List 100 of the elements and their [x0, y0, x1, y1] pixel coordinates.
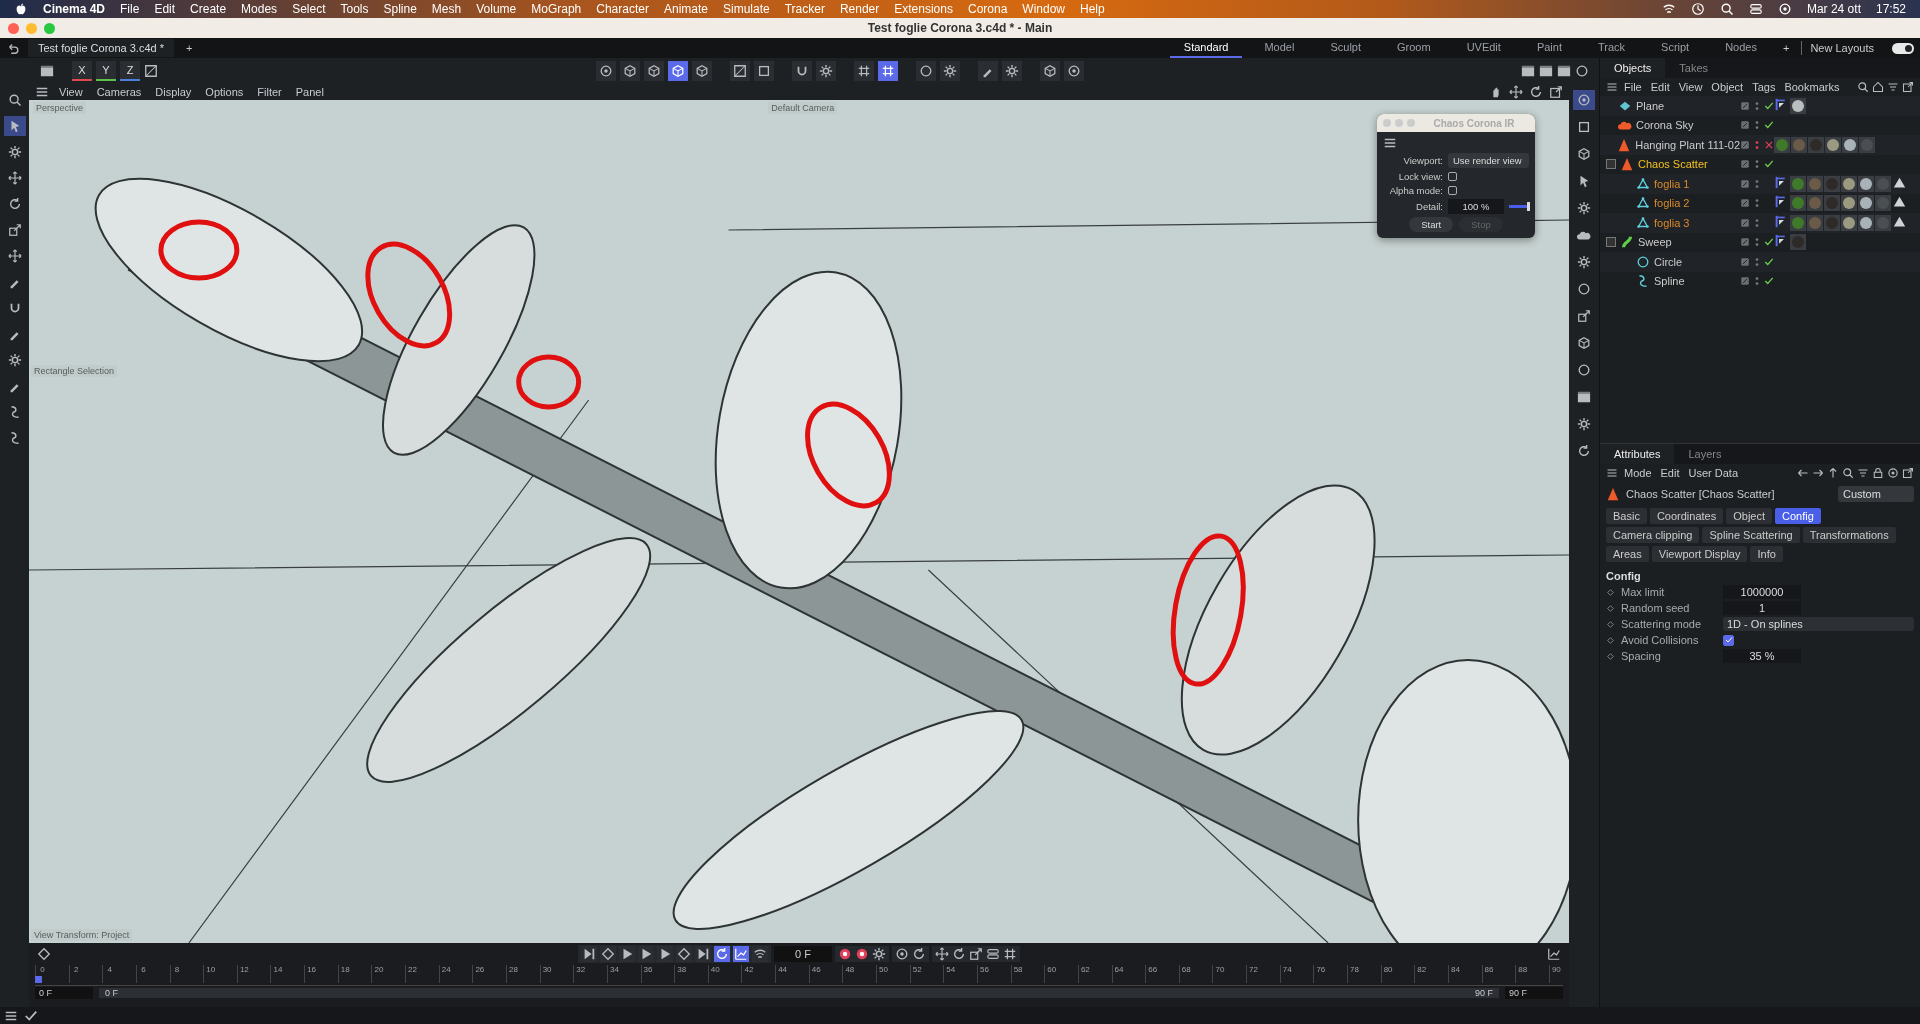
- group-tab[interactable]: Info: [1750, 546, 1783, 562]
- menu-item[interactable]: Extensions: [894, 2, 953, 16]
- frame-number: 6: [135, 965, 150, 983]
- menu-item[interactable]: Mesh: [431, 2, 462, 16]
- field-label: Viewport:: [1402, 155, 1443, 166]
- frame-number: 52: [909, 965, 924, 983]
- number-field[interactable]: 35 %: [1723, 649, 1801, 663]
- menu-item[interactable]: File: [1621, 79, 1645, 95]
- panel-tab[interactable]: Script: [1647, 38, 1704, 58]
- field-label: Detail:: [1415, 201, 1443, 212]
- group-tab[interactable]: Viewport Display: [1651, 546, 1748, 562]
- menu-item[interactable]: Filter: [253, 84, 286, 100]
- panel-tab[interactable]: Groom: [1383, 38, 1445, 58]
- panel-tab[interactable]: UVEdit: [1452, 38, 1515, 58]
- frame-number: 8: [169, 965, 184, 983]
- group-tab[interactable]: Transformations: [1802, 527, 1896, 543]
- field-label: Lock view:: [1397, 171, 1443, 182]
- menu-item[interactable]: Render: [839, 2, 880, 16]
- group-tab[interactable]: Basic: [1606, 508, 1647, 524]
- menu-item[interactable]: Volume: [476, 2, 517, 16]
- menu-item[interactable]: View: [55, 84, 87, 100]
- range-bar[interactable]: 0 F 90 F: [99, 988, 1499, 998]
- frame-number: 18: [337, 965, 352, 983]
- panel-tab[interactable]: Attributes: [1600, 444, 1675, 464]
- menu-item[interactable]: Cameras: [92, 84, 146, 100]
- group-tab[interactable]: Coordinates: [1649, 508, 1724, 524]
- menu-item[interactable]: Window: [1022, 2, 1065, 16]
- menu-item[interactable]: User Data: [1685, 465, 1742, 481]
- object-name[interactable]: Circle: [1654, 255, 1683, 268]
- axis-button[interactable]: X: [72, 61, 92, 81]
- menu-item[interactable]: Corona: [967, 2, 1008, 16]
- group-tab[interactable]: Spline Scattering: [1702, 527, 1800, 543]
- menu-item[interactable]: Character: [596, 2, 649, 16]
- panel-tab[interactable]: Sculpt: [1316, 38, 1375, 58]
- menu-item[interactable]: MoGraph: [531, 2, 582, 16]
- object-name[interactable]: Sweep: [1638, 236, 1672, 249]
- start-button[interactable]: Start: [1409, 217, 1454, 232]
- object-name[interactable]: foglia 1: [1654, 177, 1690, 190]
- object-name[interactable]: Plane: [1636, 99, 1665, 112]
- number-field[interactable]: 100 %: [1448, 199, 1504, 214]
- frame-number: 42: [741, 965, 756, 983]
- object-name[interactable]: Spline: [1654, 275, 1685, 288]
- menu-item[interactable]: Tracker: [784, 2, 825, 16]
- menu-item[interactable]: Options: [201, 84, 248, 100]
- menu-item[interactable]: Select: [292, 2, 326, 16]
- group-tab[interactable]: Object: [1726, 508, 1773, 524]
- menu-item[interactable]: Mode: [1621, 465, 1655, 481]
- number-field[interactable]: 1: [1723, 601, 1801, 615]
- menu-item[interactable]: Tools: [340, 2, 369, 16]
- menu-item[interactable]: Modes: [241, 2, 278, 16]
- panel-tab[interactable]: Model: [1250, 38, 1309, 58]
- frame-field[interactable]: 0 F: [774, 946, 832, 962]
- menu-item[interactable]: Tags: [1749, 79, 1779, 95]
- menu-item[interactable]: Bookmarks: [1781, 79, 1843, 95]
- menu-item[interactable]: Object: [1708, 79, 1747, 95]
- menu-item[interactable]: File: [120, 2, 140, 16]
- menu-item[interactable]: Display: [151, 84, 196, 100]
- add-layout-button[interactable]: +: [1778, 40, 1794, 56]
- menu-item[interactable]: Edit: [154, 2, 176, 16]
- dropdown[interactable]: 1D - On splines: [1723, 617, 1914, 631]
- panel-tab[interactable]: Nodes: [1711, 38, 1771, 58]
- axis-button[interactable]: Y: [96, 61, 116, 81]
- panel-tab[interactable]: Objects: [1600, 58, 1666, 78]
- app-menu[interactable]: Cinema 4D: [43, 2, 106, 16]
- menu-item[interactable]: Panel: [291, 84, 328, 100]
- menu-item[interactable]: Edit: [1657, 465, 1683, 481]
- new-tab-button[interactable]: +: [181, 40, 197, 56]
- panel-tab[interactable]: Takes: [1665, 58, 1723, 78]
- window-title: Test foglie Corona 3.c4d * - Main: [867, 21, 1053, 35]
- group-tab[interactable]: Camera clipping: [1606, 527, 1700, 543]
- field-label: Avoid Collisions: [1621, 634, 1700, 646]
- axis-button[interactable]: Z: [120, 61, 140, 81]
- panel-tab[interactable]: Layers: [1674, 444, 1736, 464]
- menu-item[interactable]: Edit: [1647, 79, 1673, 95]
- frame-number: 28: [505, 965, 520, 983]
- menu-item[interactable]: View: [1675, 79, 1706, 95]
- section-title: Config: [1605, 569, 1642, 584]
- object-name[interactable]: Corona Sky: [1636, 119, 1694, 132]
- preset-dropdown[interactable]: Custom: [1838, 486, 1914, 502]
- panel-tab[interactable]: Paint: [1522, 38, 1576, 58]
- frame-number: 12: [236, 965, 251, 983]
- menu-item[interactable]: Create: [190, 2, 227, 16]
- group-tab[interactable]: Areas: [1606, 546, 1649, 562]
- menu-item[interactable]: Spline: [383, 2, 417, 16]
- document-tab[interactable]: Test foglie Corona 3.c4d *: [28, 39, 174, 57]
- number-field[interactable]: 1000000: [1723, 585, 1801, 599]
- menu-item[interactable]: Help: [1080, 2, 1105, 16]
- group-tab[interactable]: Config: [1775, 508, 1821, 524]
- tool-hint: Rectangle Selection: [31, 365, 118, 377]
- object-name[interactable]: foglia 3: [1654, 216, 1690, 229]
- menu-item[interactable]: Animate: [663, 2, 708, 16]
- frame-number: 62: [1077, 965, 1092, 983]
- menu-item[interactable]: Simulate: [723, 2, 770, 16]
- frame-number: 70: [1212, 965, 1227, 983]
- panel-tab[interactable]: Track: [1583, 38, 1640, 58]
- object-name[interactable]: Chaos Scatter: [1638, 158, 1708, 171]
- end-frame-field[interactable]: 90 F: [1505, 987, 1563, 999]
- dropdown[interactable]: Use render view: [1448, 153, 1529, 168]
- start-frame-field[interactable]: 0 F: [35, 987, 93, 999]
- object-name[interactable]: foglia 2: [1654, 197, 1690, 210]
